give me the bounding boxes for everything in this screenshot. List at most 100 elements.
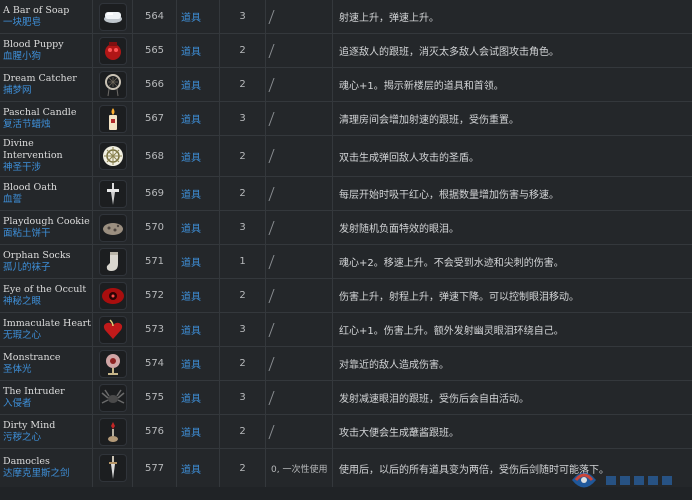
table-row: Eye of the Occult 神秘之眼 572 道具 2 伤害上升，射程上…	[0, 279, 692, 313]
item-chinese-name-link[interactable]: 一块肥皂	[3, 17, 41, 29]
item-icon-cell	[93, 136, 133, 176]
divine-shield-icon	[98, 142, 127, 170]
item-quality: 2	[220, 347, 266, 380]
item-type-link[interactable]: 道具	[177, 34, 220, 67]
item-id: 566	[133, 68, 177, 101]
item-chinese-name-link[interactable]: 血腥小狗	[3, 51, 41, 63]
item-type-link[interactable]: 道具	[177, 136, 220, 176]
item-description: 魂心+1。揭示新楼层的道具和首领。	[339, 81, 504, 92]
item-name-cell: Divine Intervention 神圣干涉	[0, 136, 93, 176]
item-id: 570	[133, 211, 177, 244]
empty-dash	[268, 424, 275, 439]
item-icon-cell	[93, 68, 133, 101]
table-row: Blood Oath 血誓 569 道具 2 每层开始时吸干红心，根据数量增加伤…	[0, 177, 692, 211]
item-id: 572	[133, 279, 177, 312]
item-id: 569	[133, 177, 177, 210]
item-icon-cell	[93, 34, 133, 67]
table-row: The Intruder 入侵者 575 道具 3 发射减速眼泪的跟班，受伤后会…	[0, 381, 692, 415]
item-chinese-name-link[interactable]: 面粘土饼干	[3, 228, 51, 240]
item-chinese-name-link[interactable]: 神秘之眼	[3, 296, 41, 308]
use-label: 0, 一次性使用	[271, 464, 328, 475]
item-use-cell	[266, 313, 333, 346]
item-chinese-name-link[interactable]: 神圣干涉	[3, 162, 41, 174]
candle-icon	[98, 104, 127, 133]
item-type-link[interactable]: 道具	[177, 177, 220, 210]
item-chinese-name-link[interactable]: 复活节蜡烛	[3, 119, 51, 131]
watermark-text-shape	[606, 476, 672, 485]
item-quality: 2	[220, 68, 266, 101]
item-icon-cell	[93, 279, 133, 312]
item-description: 红心+1。伤害上升。额外发射幽灵眼泪环绕自己。	[339, 326, 564, 337]
item-chinese-name-link[interactable]: 达摩克里斯之剑	[3, 468, 70, 480]
empty-dash	[268, 390, 275, 405]
item-name-cell: Orphan Socks 孤儿的袜子	[0, 245, 93, 278]
item-quality: 3	[220, 313, 266, 346]
item-description: 伤害上升，射程上升，弹速下降。可以控制眼泪移动。	[339, 292, 579, 303]
item-name-cell: Paschal Candle 复活节蜡烛	[0, 102, 93, 135]
item-type-link[interactable]: 道具	[177, 102, 220, 135]
item-name-cell: Dream Catcher 捕梦网	[0, 68, 93, 101]
table-row: Playdough Cookie 面粘土饼干 570 道具 3 发射随机负面特效…	[0, 211, 692, 245]
item-use-cell	[266, 381, 333, 414]
item-english-name: Orphan Socks	[3, 249, 71, 261]
table-row: Blood Puppy 血腥小狗 565 道具 2 追逐敌人的跟班，消灭太多敌人…	[0, 34, 692, 68]
item-use-cell	[266, 136, 333, 176]
item-icon-cell	[93, 415, 133, 448]
soap-icon	[98, 2, 127, 31]
item-type-link[interactable]: 道具	[177, 313, 220, 346]
item-name-cell: Blood Puppy 血腥小狗	[0, 34, 93, 67]
item-type-link[interactable]: 道具	[177, 245, 220, 278]
item-english-name: The Intruder	[3, 385, 65, 397]
item-use-cell	[266, 68, 333, 101]
empty-dash	[268, 77, 275, 92]
item-icon-cell	[93, 102, 133, 135]
spider-icon	[98, 383, 127, 412]
item-chinese-name-link[interactable]: 圣体光	[3, 364, 32, 376]
item-use-cell	[266, 34, 333, 67]
damocles-icon	[98, 454, 127, 482]
empty-dash	[268, 254, 275, 269]
cookie-icon	[98, 213, 127, 242]
item-name-cell: Monstrance 圣体光	[0, 347, 93, 380]
item-icon-cell	[93, 0, 133, 33]
item-type-link[interactable]: 道具	[177, 279, 220, 312]
empty-dash	[268, 288, 275, 303]
item-chinese-name-link[interactable]: 捕梦网	[3, 85, 32, 97]
item-type-link[interactable]: 道具	[177, 68, 220, 101]
item-use-cell	[266, 177, 333, 210]
item-name-cell: Immaculate Heart 无瑕之心	[0, 313, 93, 346]
item-type-link[interactable]: 道具	[177, 381, 220, 414]
item-id: 575	[133, 381, 177, 414]
item-type-link[interactable]: 道具	[177, 449, 220, 487]
item-quality: 2	[220, 177, 266, 210]
item-type-link[interactable]: 道具	[177, 347, 220, 380]
item-chinese-name-link[interactable]: 血誓	[3, 194, 22, 206]
empty-dash	[268, 43, 275, 58]
heart-icon	[98, 315, 127, 344]
item-type-link[interactable]: 道具	[177, 211, 220, 244]
item-quality: 2	[220, 415, 266, 448]
item-description: 魂心+2。移速上升。不会受到水迹和尖刺的伤害。	[339, 258, 564, 269]
table-row: Divine Intervention 神圣干涉 568 道具 2 双击生成弹回…	[0, 136, 692, 177]
item-chinese-name-link[interactable]: 孤儿的袜子	[3, 262, 51, 274]
item-icon-cell	[93, 313, 133, 346]
table-row: Paschal Candle 复活节蜡烛 567 道具 3 清理房间会增加射速的…	[0, 102, 692, 136]
item-english-name: Playdough Cookie	[3, 215, 90, 227]
item-english-name: Immaculate Heart	[3, 317, 91, 329]
item-name-cell: Eye of the Occult 神秘之眼	[0, 279, 93, 312]
item-chinese-name-link[interactable]: 入侵者	[3, 398, 32, 410]
empty-dash	[268, 149, 275, 163]
item-quality: 2	[220, 449, 266, 487]
item-quality: 3	[220, 102, 266, 135]
item-quality: 2	[220, 34, 266, 67]
item-type-link[interactable]: 道具	[177, 415, 220, 448]
item-use-cell	[266, 0, 333, 33]
monstrance-icon	[98, 349, 127, 378]
dagger-icon	[98, 179, 127, 208]
item-type-link[interactable]: 道具	[177, 0, 220, 33]
item-chinese-name-link[interactable]: 无瑕之心	[3, 330, 41, 342]
item-name-cell: Playdough Cookie 面粘土饼干	[0, 211, 93, 244]
item-id: 576	[133, 415, 177, 448]
item-chinese-name-link[interactable]: 污秽之心	[3, 432, 41, 444]
item-quality: 3	[220, 381, 266, 414]
